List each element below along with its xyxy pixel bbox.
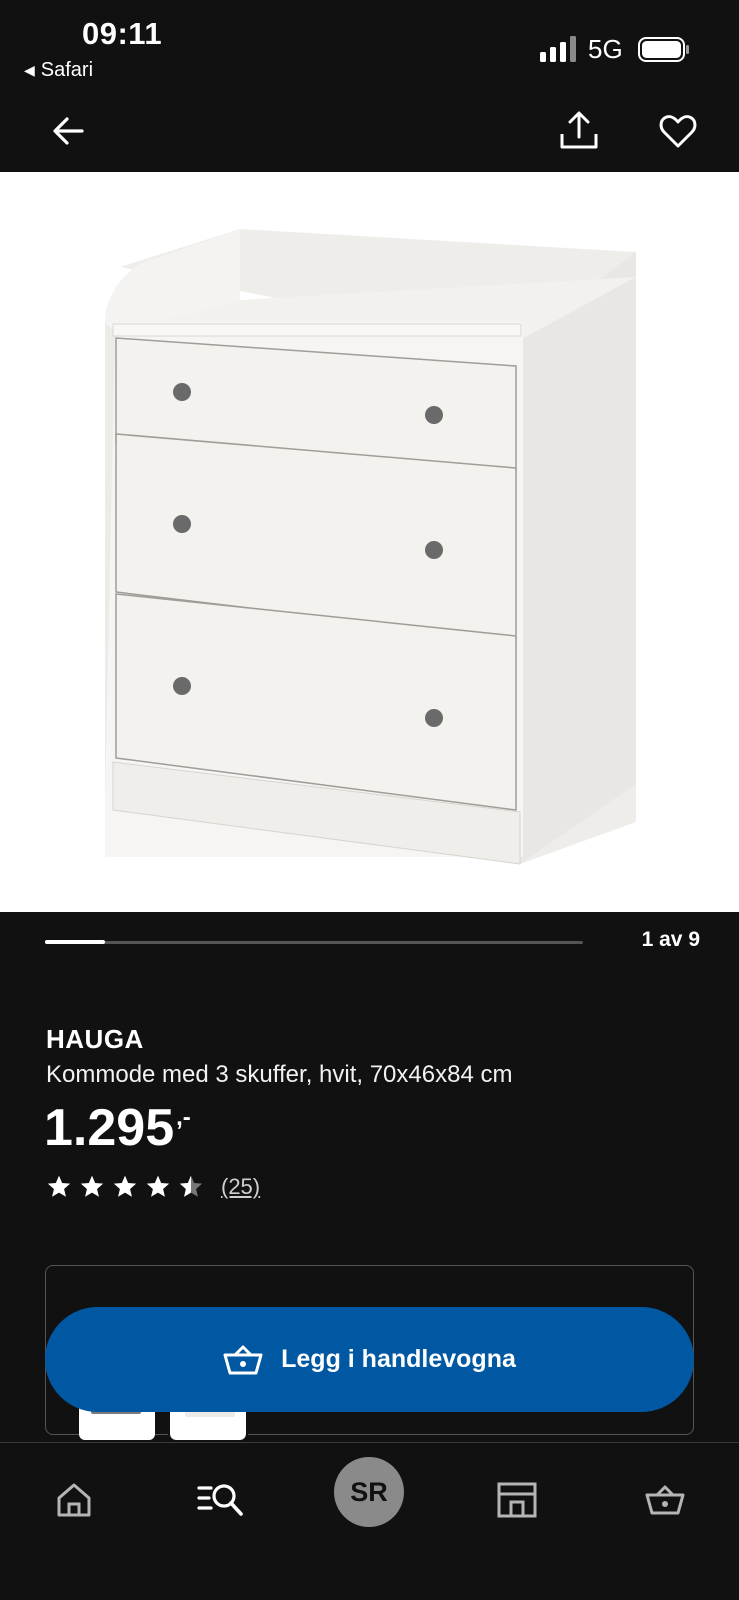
product-rating[interactable]: (25) <box>46 1174 260 1200</box>
network-type: 5G <box>588 34 623 64</box>
chest-of-drawers-image <box>105 229 636 865</box>
half-star-icon <box>179 1175 203 1197</box>
back-button[interactable] <box>40 103 96 159</box>
star-icon <box>113 1175 137 1197</box>
status-time: 09:11 <box>82 16 163 51</box>
back-triangle-icon: ◀ <box>24 62 35 78</box>
nav-home[interactable] <box>39 1465 109 1535</box>
status-bar: 09:11 ◀ Safari 5G <box>0 0 739 90</box>
nav-cart[interactable] <box>630 1465 700 1535</box>
product-brand: HAUGA <box>46 1024 144 1054</box>
gallery-counter: 1 av 9 <box>641 928 700 951</box>
nav-search[interactable] <box>186 1465 256 1535</box>
share-button[interactable] <box>551 103 607 159</box>
gallery-progress-fill <box>45 940 105 944</box>
signal-icon <box>540 36 576 62</box>
nav-stores[interactable] <box>482 1465 552 1535</box>
basket-icon <box>223 1345 263 1374</box>
profile-initials: SR <box>350 1476 388 1507</box>
star-icon <box>80 1175 104 1197</box>
star-icon <box>47 1175 71 1197</box>
search-list-icon <box>197 1484 243 1516</box>
rating-count-link[interactable]: (25) <box>221 1174 260 1200</box>
battery-icon <box>638 37 689 62</box>
nav-profile-avatar[interactable]: SR <box>334 1457 404 1527</box>
price-value: 1.295 <box>44 1099 175 1157</box>
add-to-cart-label: Legg i handlevogna <box>281 1345 516 1373</box>
product-price: 1.295 ,- <box>44 1098 191 1158</box>
store-icon <box>497 1482 537 1518</box>
back-to-safari[interactable]: ◀ Safari <box>24 59 93 82</box>
star-icon <box>146 1175 170 1197</box>
product-image[interactable] <box>0 172 739 912</box>
arrow-left-icon <box>53 117 84 145</box>
gallery-progress <box>45 940 583 944</box>
heart-icon <box>659 115 697 148</box>
top-toolbar <box>0 90 739 172</box>
price-suffix: ,- <box>176 1104 191 1131</box>
bottom-nav: SR <box>0 1442 739 1600</box>
add-to-cart-button[interactable]: Legg i handlevogna <box>45 1307 694 1412</box>
share-icon <box>560 111 598 149</box>
favorite-button[interactable] <box>650 103 706 159</box>
product-description: Kommode med 3 skuffer, hvit, 70x46x84 cm <box>46 1061 513 1088</box>
back-app-label: Safari <box>40 59 94 81</box>
home-icon <box>57 1483 91 1517</box>
basket-icon <box>645 1485 685 1515</box>
